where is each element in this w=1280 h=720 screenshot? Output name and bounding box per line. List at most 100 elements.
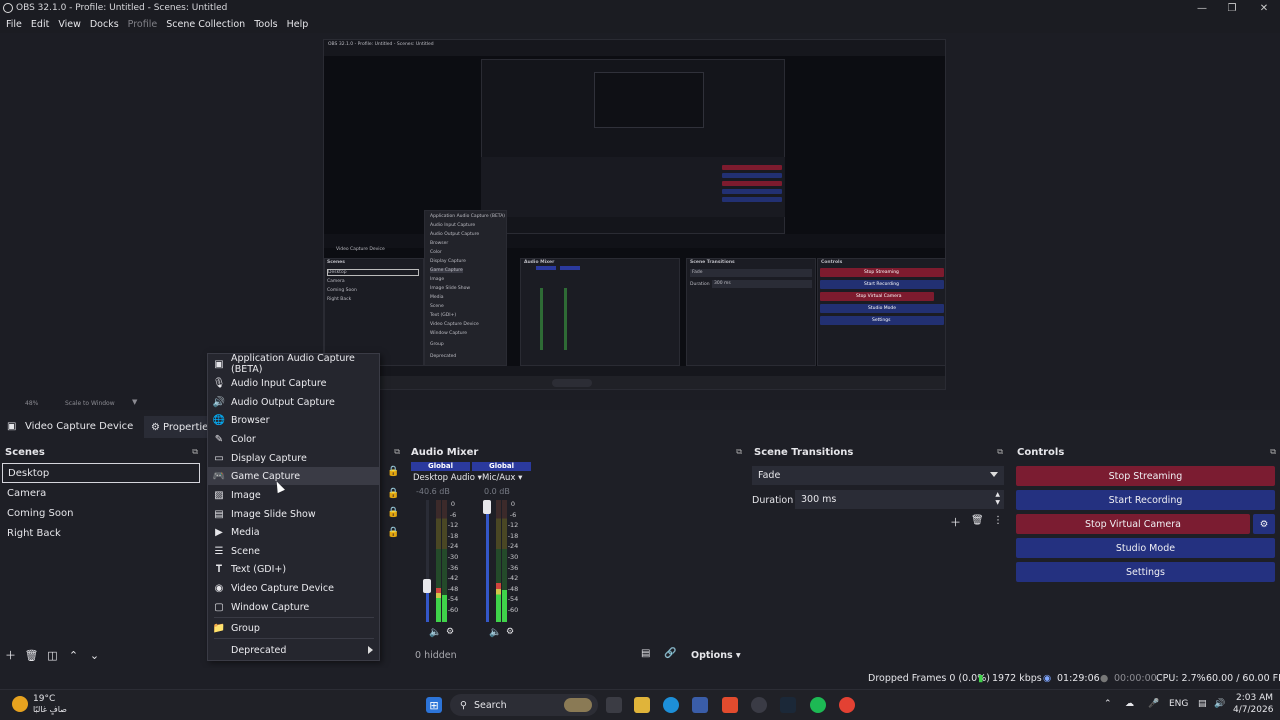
studio-mode-button[interactable]: Studio Mode [1016, 538, 1275, 558]
menu-file[interactable]: File [6, 19, 22, 30]
mixer-options-button[interactable]: Options ▾ [691, 650, 741, 661]
remove-transition-icon[interactable]: 🗑 [971, 515, 984, 526]
mixer-channel-name[interactable]: Desktop Audio ▾ [413, 473, 482, 483]
menu-item-application-audio-capture-beta[interactable]: ▣ Application Audio Capture (BETA) [208, 353, 379, 375]
remove-scene-icon[interactable]: 🗑 [21, 649, 42, 662]
add-scene-icon[interactable]: ＋ [0, 647, 21, 663]
settings-button[interactable]: Settings [1016, 562, 1275, 582]
menu-edit[interactable]: Edit [31, 19, 49, 30]
menu-item-game-capture[interactable]: 🎮 Game Capture [208, 467, 379, 485]
tray-overflow-icon[interactable]: ⌃ [1104, 699, 1112, 709]
transition-menu-icon[interactable]: ⋮ [993, 515, 1003, 526]
nested-source-name: Video Capture Device [336, 247, 385, 252]
start-recording-button[interactable]: Start Recording [1016, 490, 1275, 510]
virtual-camera-settings-button[interactable]: ⚙ [1253, 514, 1275, 534]
meter-tick-label: -12 [447, 521, 459, 530]
scale-dropdown-icon[interactable]: ▼ [132, 398, 137, 406]
volume-slider-fill[interactable] [486, 500, 489, 622]
stop-virtual-camera-button[interactable]: Stop Virtual Camera [1016, 514, 1250, 534]
maximize-button[interactable]: ❐ [1216, 0, 1248, 16]
lock-icon[interactable]: 🔒 [387, 527, 399, 538]
menu-item-color[interactable]: ✎ Color [208, 430, 379, 448]
menu-docks[interactable]: Docks [90, 19, 119, 30]
mute-speaker-icon[interactable]: 🔈 [489, 627, 501, 638]
program-preview[interactable]: OBS 32.1.0 - Profile: Untitled - Scenes:… [323, 39, 946, 390]
volume-slider-handle[interactable] [483, 500, 491, 514]
lock-icon[interactable]: 🔒 [387, 507, 399, 518]
zoom-level[interactable]: 48% [25, 400, 38, 407]
dock-float-icon[interactable]: ⧉ [736, 447, 742, 457]
menu-view[interactable]: View [58, 19, 81, 30]
menu-item-audio-input-capture[interactable]: 🎙 Audio Input Capture [208, 374, 379, 392]
mixer-settings-icon[interactable]: ⚙ [446, 627, 454, 637]
menu-item-label: Group [231, 622, 260, 634]
network-icon[interactable]: ▤ [1198, 699, 1207, 709]
spotify-icon[interactable] [810, 697, 826, 713]
volume-slider-handle[interactable] [423, 579, 431, 593]
meter-tick-label: -48 [507, 584, 519, 593]
task-view-icon[interactable] [606, 697, 622, 713]
mixer-channel-name[interactable]: Mic/Aux ▾ [482, 473, 522, 483]
clock-time[interactable]: 2:03 AM [1236, 693, 1273, 703]
mixer-db: -40.6 dB [416, 487, 450, 496]
scene-item[interactable]: Right Back [2, 523, 200, 543]
stop-streaming-button[interactable]: Stop Streaming [1016, 466, 1275, 486]
menu-item-window-capture[interactable]: ▢ Window Capture [208, 598, 379, 616]
move-up-icon[interactable]: ⌃ [63, 649, 84, 662]
windows-start-icon[interactable]: ⊞ [426, 697, 442, 713]
mute-speaker-icon[interactable]: 🔈 [429, 627, 441, 638]
steam-icon[interactable] [780, 697, 796, 713]
properties-button[interactable]: ⚙ Properties [144, 416, 214, 438]
mic-tray-icon[interactable]: 🎤 [1148, 699, 1159, 709]
clock-date[interactable]: 4/7/2026 [1233, 705, 1273, 715]
menu-scene-collection[interactable]: Scene Collection [166, 19, 245, 30]
add-transition-icon[interactable]: ＋ [950, 514, 961, 530]
menu-item-image[interactable]: ▨ Image [208, 486, 379, 504]
scale-mode[interactable]: Scale to Window [65, 400, 115, 407]
search-highlight-icon [564, 698, 592, 712]
menu-item-browser[interactable]: 🌐 Browser [208, 411, 379, 429]
menu-item-video-capture-device[interactable]: ◉ Video Capture Device [208, 579, 379, 597]
store-icon[interactable] [692, 697, 708, 713]
move-down-icon[interactable]: ⌄ [84, 649, 105, 662]
duration-field[interactable]: 300 ms ▲ ▼ [795, 490, 1004, 509]
language-indicator[interactable]: ENG [1169, 699, 1188, 709]
onedrive-icon[interactable]: ☁ [1125, 699, 1134, 709]
menu-profile[interactable]: Profile [128, 19, 158, 30]
menu-item-scene[interactable]: ☰ Scene [208, 542, 379, 560]
scene-item[interactable]: Camera [2, 483, 200, 503]
chrome-icon[interactable] [839, 697, 855, 713]
menu-item-image-slide-show[interactable]: ▤ Image Slide Show [208, 505, 379, 523]
brave-icon[interactable] [722, 697, 738, 713]
dock-float-icon[interactable]: ⧉ [1270, 447, 1276, 457]
file-explorer-icon[interactable] [634, 697, 650, 713]
weather-icon[interactable] [12, 696, 28, 712]
transition-select[interactable]: Fade [752, 466, 1004, 485]
dock-float-icon[interactable]: ⧉ [997, 447, 1003, 457]
menu-item-text-gdi[interactable]: 𝐓 Text (GDI+) [208, 560, 379, 578]
menu-item-audio-output-capture[interactable]: 🔊 Audio Output Capture [208, 393, 379, 411]
close-window-button[interactable]: ✕ [1248, 0, 1280, 16]
dock-float-icon[interactable]: ⧉ [192, 447, 198, 457]
dock-float-icon[interactable]: ⧉ [394, 447, 400, 457]
menu-item-media[interactable]: ▶ Media [208, 523, 379, 541]
filter-icon[interactable]: ◫ [42, 649, 63, 662]
mixer-settings-icon[interactable]: ⚙ [506, 627, 514, 637]
link-icon[interactable]: 🔗 [664, 648, 676, 659]
layout-toggle-icon[interactable]: ▤ [641, 648, 650, 659]
scene-item[interactable]: Coming Soon [2, 503, 200, 523]
menu-item-display-capture[interactable]: ▭ Display Capture [208, 449, 379, 467]
menu-item-deprecated[interactable]: Deprecated [208, 641, 379, 659]
scene-item[interactable]: Desktop [2, 463, 200, 483]
taskbar-search[interactable]: ⚲ Search [450, 694, 598, 716]
obs-icon[interactable] [751, 697, 767, 713]
menu-item-group[interactable]: 📁 Group [208, 619, 379, 637]
minimize-button[interactable]: — [1186, 0, 1218, 16]
menu-tools[interactable]: Tools [254, 19, 277, 30]
edge-icon[interactable] [663, 697, 679, 713]
menu-help[interactable]: Help [287, 19, 309, 30]
lock-icon[interactable]: 🔒 [387, 488, 399, 499]
lock-icon[interactable]: 🔒 [387, 466, 399, 477]
volume-icon[interactable]: 🔊 [1214, 699, 1225, 709]
gear-icon: ⚙ [151, 421, 160, 433]
